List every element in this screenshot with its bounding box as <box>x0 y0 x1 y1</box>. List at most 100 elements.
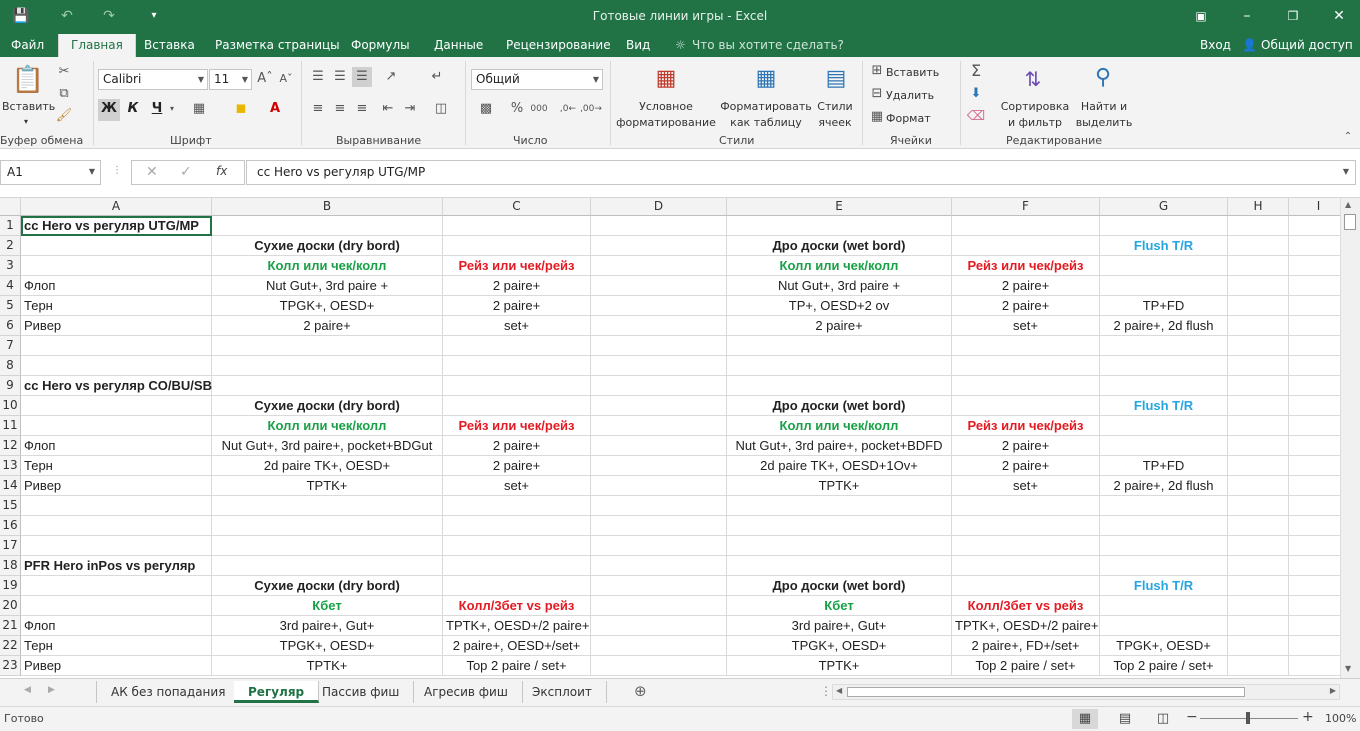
font-size-dropdown-icon[interactable]: ▼ <box>242 70 248 89</box>
cell-e6[interactable]: 2 paire+ <box>727 316 952 336</box>
cell-b5[interactable]: TPGK+, OESD+ <box>212 296 443 316</box>
conditional-formatting-icon[interactable]: ▦ <box>650 63 682 95</box>
cell-b10[interactable]: Сухие доски (dry bord) <box>212 396 443 416</box>
cell-g9[interactable] <box>1100 376 1228 396</box>
column-header-d[interactable]: D <box>591 198 727 216</box>
sort-filter-label-2[interactable]: и фильтр <box>998 115 1072 130</box>
format-cells-icon[interactable]: ▦ <box>868 107 886 127</box>
cell-d14[interactable] <box>591 476 727 496</box>
cell-e1[interactable] <box>727 216 952 236</box>
cell-f15[interactable] <box>952 496 1100 516</box>
collapse-ribbon-icon[interactable]: ⌃ <box>1340 127 1356 147</box>
cell-e8[interactable] <box>727 356 952 376</box>
delete-cells-icon[interactable]: ⊟ <box>868 84 886 104</box>
cell-a5[interactable]: Терн <box>21 296 212 316</box>
grow-font-icon[interactable]: Aˆ <box>256 69 274 89</box>
horizontal-scroll-thumb[interactable] <box>847 687 1245 697</box>
cell-g13[interactable]: TP+FD <box>1100 456 1228 476</box>
cell-d7[interactable] <box>591 336 727 356</box>
cell-h10[interactable] <box>1228 396 1289 416</box>
fill-icon[interactable]: ⬇ <box>966 84 986 104</box>
row-header[interactable]: 16 <box>0 516 21 536</box>
cell-d6[interactable] <box>591 316 727 336</box>
cell-e19[interactable]: Дро доски (wet bord) <box>727 576 952 596</box>
cell-g21[interactable] <box>1100 616 1228 636</box>
cell-c10[interactable] <box>443 396 591 416</box>
cell-a19[interactable] <box>21 576 212 596</box>
cell-f6[interactable]: set+ <box>952 316 1100 336</box>
scroll-up-icon[interactable]: ▲ <box>1345 200 1351 209</box>
cell-c14[interactable]: set+ <box>443 476 591 496</box>
cell-g6[interactable]: 2 paire+, 2d flush <box>1100 316 1228 336</box>
row-header[interactable]: 17 <box>0 536 21 556</box>
cell-i7[interactable] <box>1289 336 1340 356</box>
cell-d9[interactable] <box>591 376 727 396</box>
cell-e9[interactable] <box>727 376 952 396</box>
cell-b20[interactable]: Кбет <box>212 596 443 616</box>
cell-b13[interactable]: 2d paire TK+, OESD+ <box>212 456 443 476</box>
row-header[interactable]: 6 <box>0 316 21 336</box>
sign-in-link[interactable]: Вход <box>1200 37 1231 57</box>
clear-icon[interactable]: ⌫ <box>966 107 986 127</box>
restore-icon[interactable]: ❐ <box>1282 6 1304 26</box>
cell-a9[interactable]: cc Hero vs регуляр CO/BU/SB <box>21 376 212 396</box>
row-header[interactable]: 9 <box>0 376 21 396</box>
italic-button[interactable]: К <box>122 99 144 119</box>
cell-a3[interactable] <box>21 256 212 276</box>
cell-d4[interactable] <box>591 276 727 296</box>
cell-e12[interactable]: Nut Gut+, 3rd paire+, pocket+BDFD <box>727 436 952 456</box>
cell-i4[interactable] <box>1289 276 1340 296</box>
cell-a12[interactable]: Флоп <box>21 436 212 456</box>
format-as-table-label-1[interactable]: Форматировать <box>720 99 812 114</box>
cell-b11[interactable]: Колл или чек/колл <box>212 416 443 436</box>
cell-c22[interactable]: 2 paire+, OESD+/set+ <box>443 636 591 656</box>
cell-d13[interactable] <box>591 456 727 476</box>
cell-g8[interactable] <box>1100 356 1228 376</box>
cell-c2[interactable] <box>443 236 591 256</box>
font-name-dropdown-icon[interactable]: ▼ <box>198 70 204 89</box>
find-select-label-1[interactable]: Найти и <box>1072 99 1136 114</box>
cell-e4[interactable]: Nut Gut+, 3rd paire + <box>727 276 952 296</box>
cell-c4[interactable]: 2 paire+ <box>443 276 591 296</box>
cell-g20[interactable] <box>1100 596 1228 616</box>
cell-styles-label-2[interactable]: ячеек <box>812 115 858 130</box>
cell-a20[interactable] <box>21 596 212 616</box>
cell-b9[interactable] <box>212 376 443 396</box>
cell-d19[interactable] <box>591 576 727 596</box>
font-name-combo[interactable]: Calibri ▼ <box>98 69 208 90</box>
scroll-down-icon[interactable]: ▼ <box>1345 664 1351 673</box>
row-header[interactable]: 21 <box>0 616 21 636</box>
tab-formulas[interactable]: Формулы <box>351 37 410 57</box>
cell-b1[interactable] <box>212 216 443 236</box>
cell-g14[interactable]: 2 paire+, 2d flush <box>1100 476 1228 496</box>
cell-d2[interactable] <box>591 236 727 256</box>
cell-c9[interactable] <box>443 376 591 396</box>
cell-h9[interactable] <box>1228 376 1289 396</box>
ribbon-display-options-icon[interactable]: ▣ <box>1190 6 1212 26</box>
cell-c18[interactable] <box>443 556 591 576</box>
name-box[interactable]: A1 ▼ <box>0 160 101 185</box>
cell-f2[interactable] <box>952 236 1100 256</box>
tab-review[interactable]: Рецензирование <box>506 37 611 57</box>
cell-e10[interactable]: Дро доски (wet bord) <box>727 396 952 416</box>
scroll-left-icon[interactable]: ◀ <box>836 686 842 695</box>
orientation-icon[interactable]: ↗ <box>378 67 404 87</box>
cell-d15[interactable] <box>591 496 727 516</box>
shrink-font-icon[interactable]: Aˇ <box>277 69 295 89</box>
cell-e2[interactable]: Дро доски (wet bord) <box>727 236 952 256</box>
cell-f7[interactable] <box>952 336 1100 356</box>
page-layout-view-icon[interactable]: ▤ <box>1112 709 1138 729</box>
cell-f21[interactable]: TPTK+, OESD+/2 paire+ <box>952 616 1100 636</box>
cell-i16[interactable] <box>1289 516 1340 536</box>
row-header[interactable]: 1 <box>0 216 21 236</box>
cell-i20[interactable] <box>1289 596 1340 616</box>
cell-h15[interactable] <box>1228 496 1289 516</box>
borders-icon[interactable]: ▦ <box>188 99 210 119</box>
cell-a13[interactable]: Терн <box>21 456 212 476</box>
increase-decimal-icon[interactable]: ,0← <box>558 99 578 119</box>
cell-f8[interactable] <box>952 356 1100 376</box>
cell-c8[interactable] <box>443 356 591 376</box>
row-header[interactable]: 18 <box>0 556 21 576</box>
name-box-dropdown-icon[interactable]: ▼ <box>89 167 95 176</box>
cell-a11[interactable] <box>21 416 212 436</box>
